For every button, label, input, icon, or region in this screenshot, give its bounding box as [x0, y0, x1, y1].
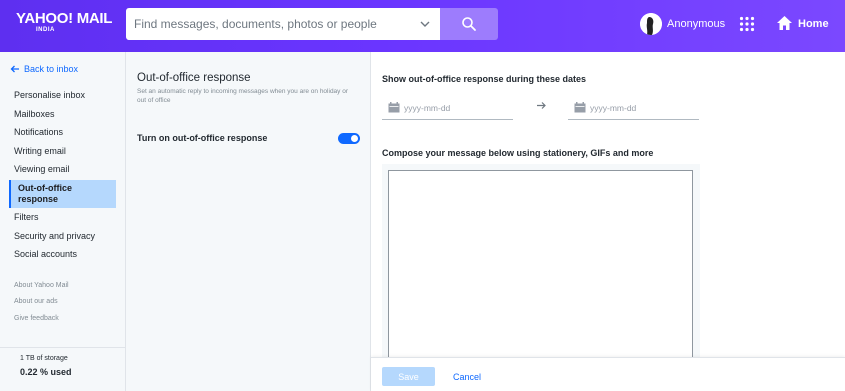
avatar [640, 13, 662, 35]
cancel-button[interactable]: Cancel [453, 367, 481, 386]
message-editor-container [382, 164, 700, 360]
storage-used: 0.22 % used [20, 367, 72, 377]
settings-sidebar: Back to inbox Personalise inbox Mailboxe… [0, 52, 126, 391]
storage-info: 1 TB of storage 0.22 % used [0, 347, 125, 391]
top-bar: YAHOO! MAIL INDIA Anonymous Home [0, 0, 845, 52]
compose-panel: Show out-of-office response during these… [371, 52, 845, 391]
search-icon [462, 17, 476, 31]
sidebar-item-writing-email[interactable]: Writing email [9, 146, 116, 157]
back-to-inbox-label: Back to inbox [24, 64, 79, 74]
dates-label: Show out-of-office response during these… [382, 74, 587, 84]
yahoo-mail-logo[interactable]: YAHOO! MAIL INDIA [16, 10, 113, 33]
sidebar-item-social-accounts[interactable]: Social accounts [9, 249, 116, 260]
chevron-down-icon[interactable] [418, 17, 432, 31]
logo-text: YAHOO! MAIL [16, 10, 113, 27]
sidebar-item-security-privacy[interactable]: Security and privacy [9, 231, 116, 242]
search-button[interactable] [440, 8, 498, 40]
sidebar-item-personalise-inbox[interactable]: Personalise inbox [9, 90, 116, 101]
save-button[interactable]: Save [382, 367, 435, 386]
end-date-input[interactable] [590, 100, 690, 116]
page-title: Out-of-office response [137, 72, 251, 84]
search-box [126, 8, 440, 40]
toggle-label: Turn on out-of-office response [137, 133, 268, 143]
toggle-knob [351, 135, 358, 142]
out-of-office-toggle[interactable] [338, 133, 360, 144]
about-yahoo-mail-link[interactable]: About Yahoo Mail [14, 282, 69, 289]
sidebar-item-filters[interactable]: Filters [9, 212, 116, 223]
apps-grid-icon[interactable] [739, 16, 755, 32]
sidebar-item-mailboxes[interactable]: Mailboxes [9, 109, 116, 120]
home-label: Home [798, 18, 829, 30]
action-bar: Save Cancel [371, 357, 845, 391]
start-date-input[interactable] [404, 100, 504, 116]
about-our-ads-link[interactable]: About our ads [14, 298, 58, 305]
back-to-inbox-link[interactable]: Back to inbox [10, 64, 78, 74]
sidebar-item-out-of-office[interactable]: Out-of-office response [9, 180, 116, 208]
end-date-field[interactable] [568, 98, 699, 120]
message-editor[interactable] [388, 170, 693, 360]
give-feedback-link[interactable]: Give feedback [14, 315, 59, 322]
home-icon [777, 16, 792, 30]
calendar-icon [388, 102, 400, 113]
logo-subtext: INDIA [36, 27, 55, 33]
search-input[interactable] [126, 8, 416, 40]
settings-panel: Out-of-office response Set an automatic … [126, 52, 371, 391]
sidebar-item-viewing-email[interactable]: Viewing email [9, 164, 116, 175]
arrow-left-icon [10, 65, 19, 73]
start-date-field[interactable] [382, 98, 513, 120]
storage-total: 1 TB of storage [20, 355, 68, 362]
user-name: Anonymous [667, 18, 726, 30]
arrow-right-icon [537, 102, 546, 109]
sidebar-item-notifications[interactable]: Notifications [9, 127, 116, 138]
calendar-icon [574, 102, 586, 113]
page-description: Set an automatic reply to incoming messa… [137, 88, 349, 104]
compose-label: Compose your message below using station… [382, 148, 654, 158]
